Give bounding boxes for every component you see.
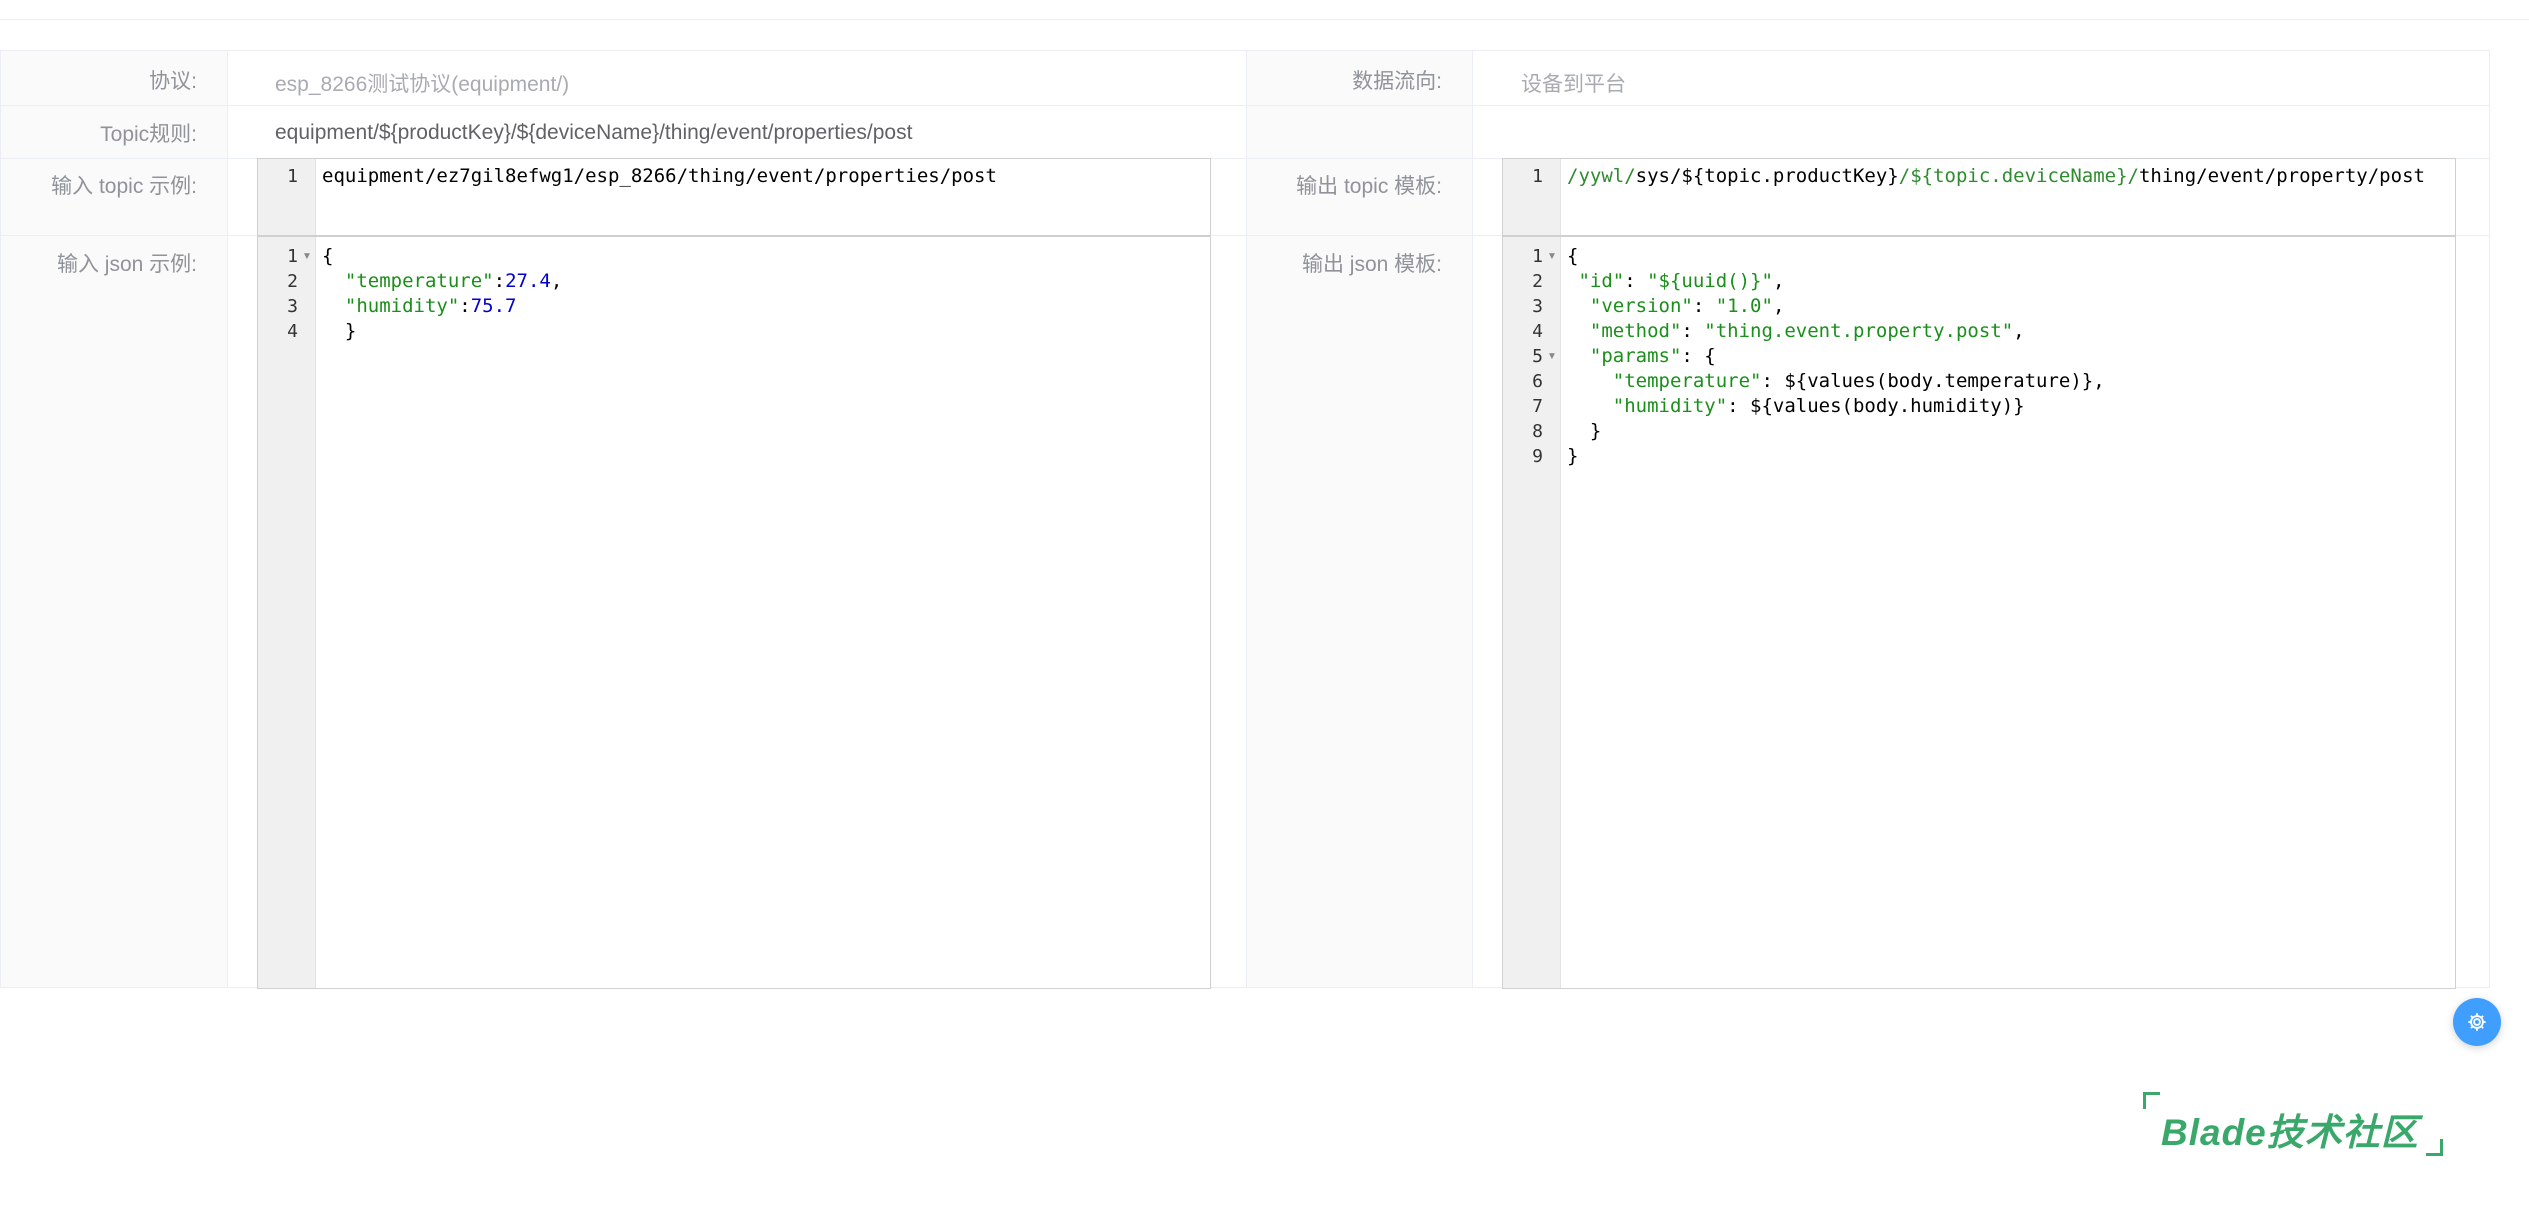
code-line: "humidity":75.7 bbox=[344, 295, 517, 317]
input-json-label: 输入 json 示例: bbox=[56, 253, 197, 276]
json-key: "humidity" bbox=[344, 295, 460, 317]
topic-segment: /${topic.deviceName}/ bbox=[1898, 165, 2139, 187]
watermark: Blade技术社区 bbox=[2143, 1092, 2443, 1156]
line-number: 2 bbox=[1532, 271, 1543, 292]
line-number: 3 bbox=[287, 296, 298, 317]
code-line: "method": "thing.event.property.post", bbox=[1589, 320, 2025, 342]
json-key: "id" bbox=[1578, 270, 1625, 292]
protocol-field[interactable]: esp_8266测试协议(equipment/) bbox=[275, 68, 569, 98]
code-area[interactable]: equipment/ez7gil8efwg1/esp_8266/thing/ev… bbox=[316, 159, 1210, 235]
code-line: } bbox=[322, 320, 357, 342]
row-separator bbox=[1, 105, 2489, 106]
json-key: "temperature" bbox=[344, 270, 494, 292]
json-string: "1.0" bbox=[1715, 295, 1773, 317]
code-line: { bbox=[1567, 245, 1579, 267]
line-number: 9 bbox=[1532, 446, 1543, 467]
fold-arrow-icon[interactable]: ▼ bbox=[1547, 344, 1557, 369]
gear-icon bbox=[2468, 1013, 2486, 1031]
watermark-text: Blade技术社区 bbox=[2161, 1112, 2419, 1153]
json-key: "temperature" bbox=[1612, 370, 1762, 392]
output-json-label: 输出 json 模板: bbox=[1301, 253, 1442, 276]
json-key: "humidity" bbox=[1612, 395, 1728, 417]
settings-float-button[interactable] bbox=[2453, 998, 2501, 1046]
line-number: 3 bbox=[1532, 296, 1543, 317]
line-number: 4 bbox=[287, 321, 298, 342]
topic-example-text: equipment/ez7gil8efwg1/esp_8266/thing/ev… bbox=[322, 165, 997, 187]
line-number: 5 bbox=[1532, 346, 1543, 367]
topic-segment: thing/event/property/post bbox=[2138, 165, 2425, 187]
line-number: 1 bbox=[287, 166, 298, 187]
json-key: "params" bbox=[1589, 345, 1682, 367]
code-area[interactable]: /yywl/sys/${topic.productKey}/${topic.de… bbox=[1561, 159, 2455, 235]
line-number: 1 bbox=[1532, 246, 1543, 267]
output-json-editor[interactable]: 1 ▼ 2 3 4 5 ▼ 6 7 8 9 { "id": "${uuid()}… bbox=[1502, 236, 2456, 989]
code-line: "temperature": ${values(body.temperature… bbox=[1612, 370, 2105, 392]
data-flow-label: 数据流向: bbox=[1352, 70, 1442, 93]
output-topic-editor[interactable]: 1 /yywl/sys/${topic.productKey}/${topic.… bbox=[1502, 158, 2456, 236]
json-string: "${uuid()}" bbox=[1647, 270, 1773, 292]
topic-rule-value: equipment/${productKey}/${deviceName}/th… bbox=[275, 121, 913, 144]
watermark-corner bbox=[2426, 1139, 2443, 1156]
code-line: "version": "1.0", bbox=[1589, 295, 1785, 317]
output-topic-label: 输出 topic 模板: bbox=[1296, 175, 1442, 198]
watermark-corner bbox=[2143, 1092, 2160, 1109]
line-number: 8 bbox=[1532, 421, 1543, 442]
input-topic-label: 输入 topic 示例: bbox=[51, 175, 197, 198]
fold-arrow-icon[interactable]: ▼ bbox=[302, 244, 312, 269]
code-area[interactable]: { "temperature":27.4, "humidity":75.7 } bbox=[316, 237, 1210, 988]
line-number: 2 bbox=[287, 271, 298, 292]
code-line: equipment/ez7gil8efwg1/esp_8266/thing/ev… bbox=[316, 164, 1210, 189]
json-number: 27.4 bbox=[505, 270, 551, 292]
input-json-editor[interactable]: 1 ▼ 2 3 4 { "temperature":27.4, "humidit… bbox=[257, 236, 1211, 989]
line-gutter: 1 ▼ 2 3 4 bbox=[258, 237, 316, 988]
protocol-label: 协议: bbox=[149, 70, 197, 93]
line-number: 4 bbox=[1532, 321, 1543, 342]
code-line: "humidity": ${values(body.humidity)} bbox=[1612, 395, 2025, 417]
topic-segment: /yywl/ bbox=[1567, 165, 1636, 187]
code-line: } bbox=[1567, 445, 1579, 467]
line-number: 6 bbox=[1532, 371, 1543, 392]
line-gutter: 1 bbox=[258, 159, 316, 235]
data-flow-field[interactable]: 设备到平台 bbox=[1521, 68, 1626, 98]
code-line: "id": "${uuid()}", bbox=[1578, 270, 1785, 292]
json-string: "thing.event.property.post" bbox=[1704, 320, 2014, 342]
json-key: "version" bbox=[1589, 295, 1693, 317]
code-line: } bbox=[1567, 420, 1602, 442]
json-number: 75.7 bbox=[470, 295, 517, 317]
line-number: 7 bbox=[1532, 396, 1543, 417]
json-key: "method" bbox=[1589, 320, 1682, 342]
line-gutter: 1 ▼ 2 3 4 5 ▼ 6 7 8 9 bbox=[1503, 237, 1561, 988]
code-line: { bbox=[322, 245, 334, 267]
header-divider bbox=[0, 19, 2529, 20]
code-line: /yywl/sys/${topic.productKey}/${topic.de… bbox=[1561, 164, 2455, 189]
topic-segment: sys/${topic.productKey} bbox=[1635, 165, 1899, 187]
topic-rule-label: Topic规则: bbox=[100, 123, 197, 146]
line-gutter: 1 bbox=[1503, 159, 1561, 235]
code-line: "temperature":27.4, bbox=[344, 270, 563, 292]
fold-arrow-icon[interactable]: ▼ bbox=[1547, 244, 1557, 269]
line-number: 1 bbox=[1532, 166, 1543, 187]
code-line: "params": { bbox=[1589, 345, 1716, 367]
code-area[interactable]: { "id": "${uuid()}", "version": "1.0", "… bbox=[1561, 237, 2455, 988]
input-topic-editor[interactable]: 1 equipment/ez7gil8efwg1/esp_8266/thing/… bbox=[257, 158, 1211, 236]
line-number: 1 bbox=[287, 246, 298, 267]
